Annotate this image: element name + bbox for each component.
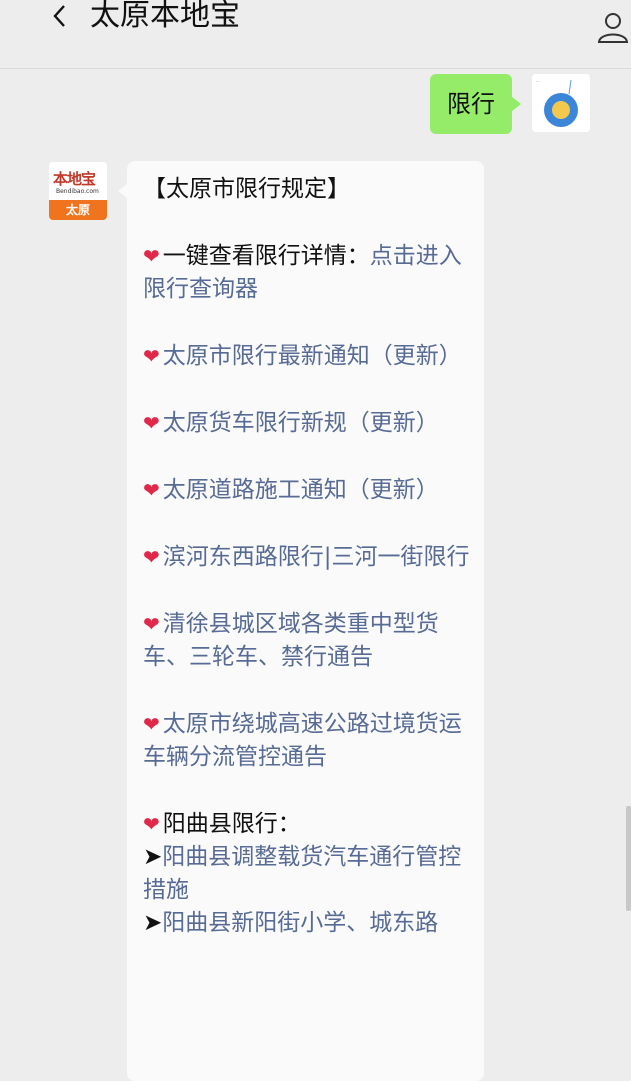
list-item: ❤ 太原市限行最新通知（更新） bbox=[143, 340, 471, 373]
list-item: ❤ 清徐县城区域各类重中型货车、三轮车、禁行通告 bbox=[143, 608, 471, 674]
message-heading: 【太原市限行规定】 bbox=[143, 176, 350, 202]
list-item: ❤ 太原市绕城高速公路过境货运车辆分流管控通告 bbox=[143, 708, 471, 774]
chat-title: 太原本地宝 bbox=[90, 0, 240, 33]
list-item: ❤ 太原货车限行新规（更新） bbox=[143, 407, 471, 440]
user-message-bubble[interactable]: 限行 bbox=[430, 74, 521, 134]
road-construction-link[interactable]: 太原道路施工通知（更新） bbox=[163, 477, 439, 503]
heart-icon: ❤ bbox=[143, 545, 160, 569]
user-profile-icon[interactable] bbox=[596, 10, 630, 44]
list-item: ❤ 太原道路施工通知（更新） bbox=[143, 474, 471, 507]
yangqu-school-link[interactable]: 阳曲县新阳街小学、城东路 bbox=[162, 910, 438, 936]
bot-logo-text: 本地宝 bbox=[53, 170, 96, 188]
svg-text:...: ... bbox=[536, 78, 540, 83]
bot-logo-url: Bendibao.com bbox=[56, 188, 99, 195]
arrow-icon: ➤ bbox=[143, 910, 163, 936]
list-item: ❤ 一键查看限行详情：点击进入限行查询器 bbox=[143, 243, 462, 302]
latest-notice-link[interactable]: 太原市限行最新通知（更新） bbox=[163, 343, 462, 369]
yangqu-truck-link[interactable]: 阳曲县调整载货汽车通行管控措施 bbox=[143, 844, 461, 903]
list-item: ❤ 滨河东西路限行|三河一街限行 bbox=[143, 541, 471, 574]
arrow-icon: ➤ bbox=[143, 844, 163, 870]
bot-message-bubble: 【太原市限行规定】 ❤ 一键查看限行详情：点击进入限行查询器 ❤ 太原市限行最新通知… bbox=[118, 161, 484, 1081]
bot-city-label: 太原 bbox=[49, 200, 107, 220]
heart-icon: ❤ bbox=[143, 612, 160, 636]
flower-avatar-icon: ... bbox=[532, 74, 590, 132]
heart-icon: ❤ bbox=[143, 344, 160, 368]
top-bar: 太原本地宝 bbox=[0, 0, 631, 69]
scrollbar[interactable] bbox=[626, 806, 631, 911]
qingxu-notice-link[interactable]: 清徐县城区域各类重中型货车、三轮车、禁行通告 bbox=[143, 611, 439, 670]
back-chevron-icon[interactable] bbox=[48, 2, 72, 30]
heart-icon: ❤ bbox=[143, 478, 160, 502]
heart-icon: ❤ bbox=[143, 411, 160, 435]
list-item: ❤ 阳曲县限行： ➤阳曲县调整载货汽车通行管控措施 ➤阳曲县新阳街小学、城东路 bbox=[143, 811, 462, 936]
ring-highway-link[interactable]: 太原市绕城高速公路过境货运车辆分流管控通告 bbox=[143, 711, 462, 770]
truck-rules-link[interactable]: 太原货车限行新规（更新） bbox=[163, 410, 439, 436]
binhe-road-link[interactable]: 滨河东西路限行|三河一街限行 bbox=[163, 544, 470, 570]
bot-avatar[interactable]: 本地宝 Bendibao.com 太原 bbox=[49, 162, 107, 220]
heart-icon: ❤ bbox=[143, 812, 160, 836]
heart-icon: ❤ bbox=[143, 244, 160, 268]
heart-icon: ❤ bbox=[143, 712, 160, 736]
user-avatar[interactable]: ... bbox=[532, 74, 590, 132]
